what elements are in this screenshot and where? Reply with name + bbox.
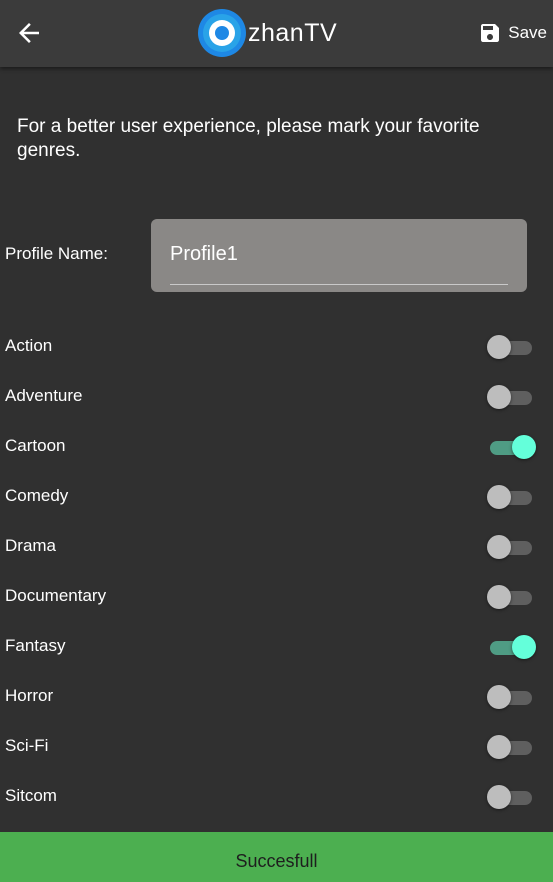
genre-toggle-action[interactable]	[487, 335, 537, 361]
genre-row-horror: Horror	[0, 672, 553, 722]
genre-label: Fantasy	[5, 636, 66, 655]
toggle-thumb	[512, 435, 536, 459]
genre-label: Sitcom	[5, 786, 57, 805]
genre-list: Action Adventure Cartoon Comedy Drama Do…	[0, 322, 553, 822]
genre-toggle-adventure[interactable]	[487, 385, 537, 411]
toggle-thumb	[487, 785, 511, 809]
genre-toggle-cartoon[interactable]	[487, 435, 537, 461]
toggle-thumb	[487, 535, 511, 559]
genre-row-comedy: Comedy	[0, 472, 553, 522]
genre-label: Adventure	[5, 386, 83, 405]
genre-row-sitcom: Sitcom	[0, 772, 553, 822]
profile-name-input[interactable]	[170, 239, 508, 269]
genre-toggle-scifi[interactable]	[487, 735, 537, 761]
toggle-thumb	[487, 485, 511, 509]
genre-toggle-fantasy[interactable]	[487, 635, 537, 661]
genre-row-documentary: Documentary	[0, 572, 553, 622]
genre-row-action: Action	[0, 322, 553, 372]
genre-row-fantasy: Fantasy	[0, 622, 553, 672]
snackbar: Succesfull	[0, 832, 553, 882]
toggle-thumb	[512, 635, 536, 659]
save-button[interactable]: Save	[478, 18, 547, 48]
genre-label: Comedy	[5, 486, 69, 505]
genre-row-adventure: Adventure	[0, 372, 553, 422]
app-bar: zhanTV Save	[0, 0, 553, 67]
genre-label: Action	[5, 336, 53, 355]
genre-label: Documentary	[5, 586, 107, 605]
app-logo: zhanTV	[198, 8, 337, 58]
profile-name-underline	[170, 284, 508, 285]
profile-name-label: Profile Name:	[5, 244, 108, 263]
genre-row-scifi: Sci-Fi	[0, 722, 553, 772]
toggle-thumb	[487, 385, 511, 409]
back-button[interactable]	[14, 18, 44, 48]
genre-label: Drama	[5, 536, 57, 555]
intro-text: For a better user experience, please mar…	[17, 116, 480, 161]
genre-label: Horror	[5, 686, 54, 705]
ozhantv-logo-icon	[198, 9, 246, 57]
genre-toggle-horror[interactable]	[487, 685, 537, 711]
snackbar-message: Succesfull	[235, 850, 318, 871]
arrow-left-icon	[19, 23, 39, 43]
toggle-thumb	[487, 335, 511, 359]
toggle-thumb	[487, 685, 511, 709]
genre-toggle-drama[interactable]	[487, 535, 537, 561]
save-label: Save	[508, 23, 547, 42]
genre-row-drama: Drama	[0, 522, 553, 572]
floppy-disk-icon	[481, 24, 500, 42]
genre-label: Sci-Fi	[5, 736, 49, 755]
genre-toggle-sitcom[interactable]	[487, 785, 537, 811]
genre-row-cartoon: Cartoon	[0, 422, 553, 472]
genre-toggle-documentary[interactable]	[487, 585, 537, 611]
profile-name-field	[151, 219, 527, 292]
toggle-thumb	[487, 585, 511, 609]
genre-label: Cartoon	[5, 436, 66, 455]
app-title: zhanTV	[248, 18, 338, 47]
toggle-thumb	[487, 735, 511, 759]
genre-toggle-comedy[interactable]	[487, 485, 537, 511]
